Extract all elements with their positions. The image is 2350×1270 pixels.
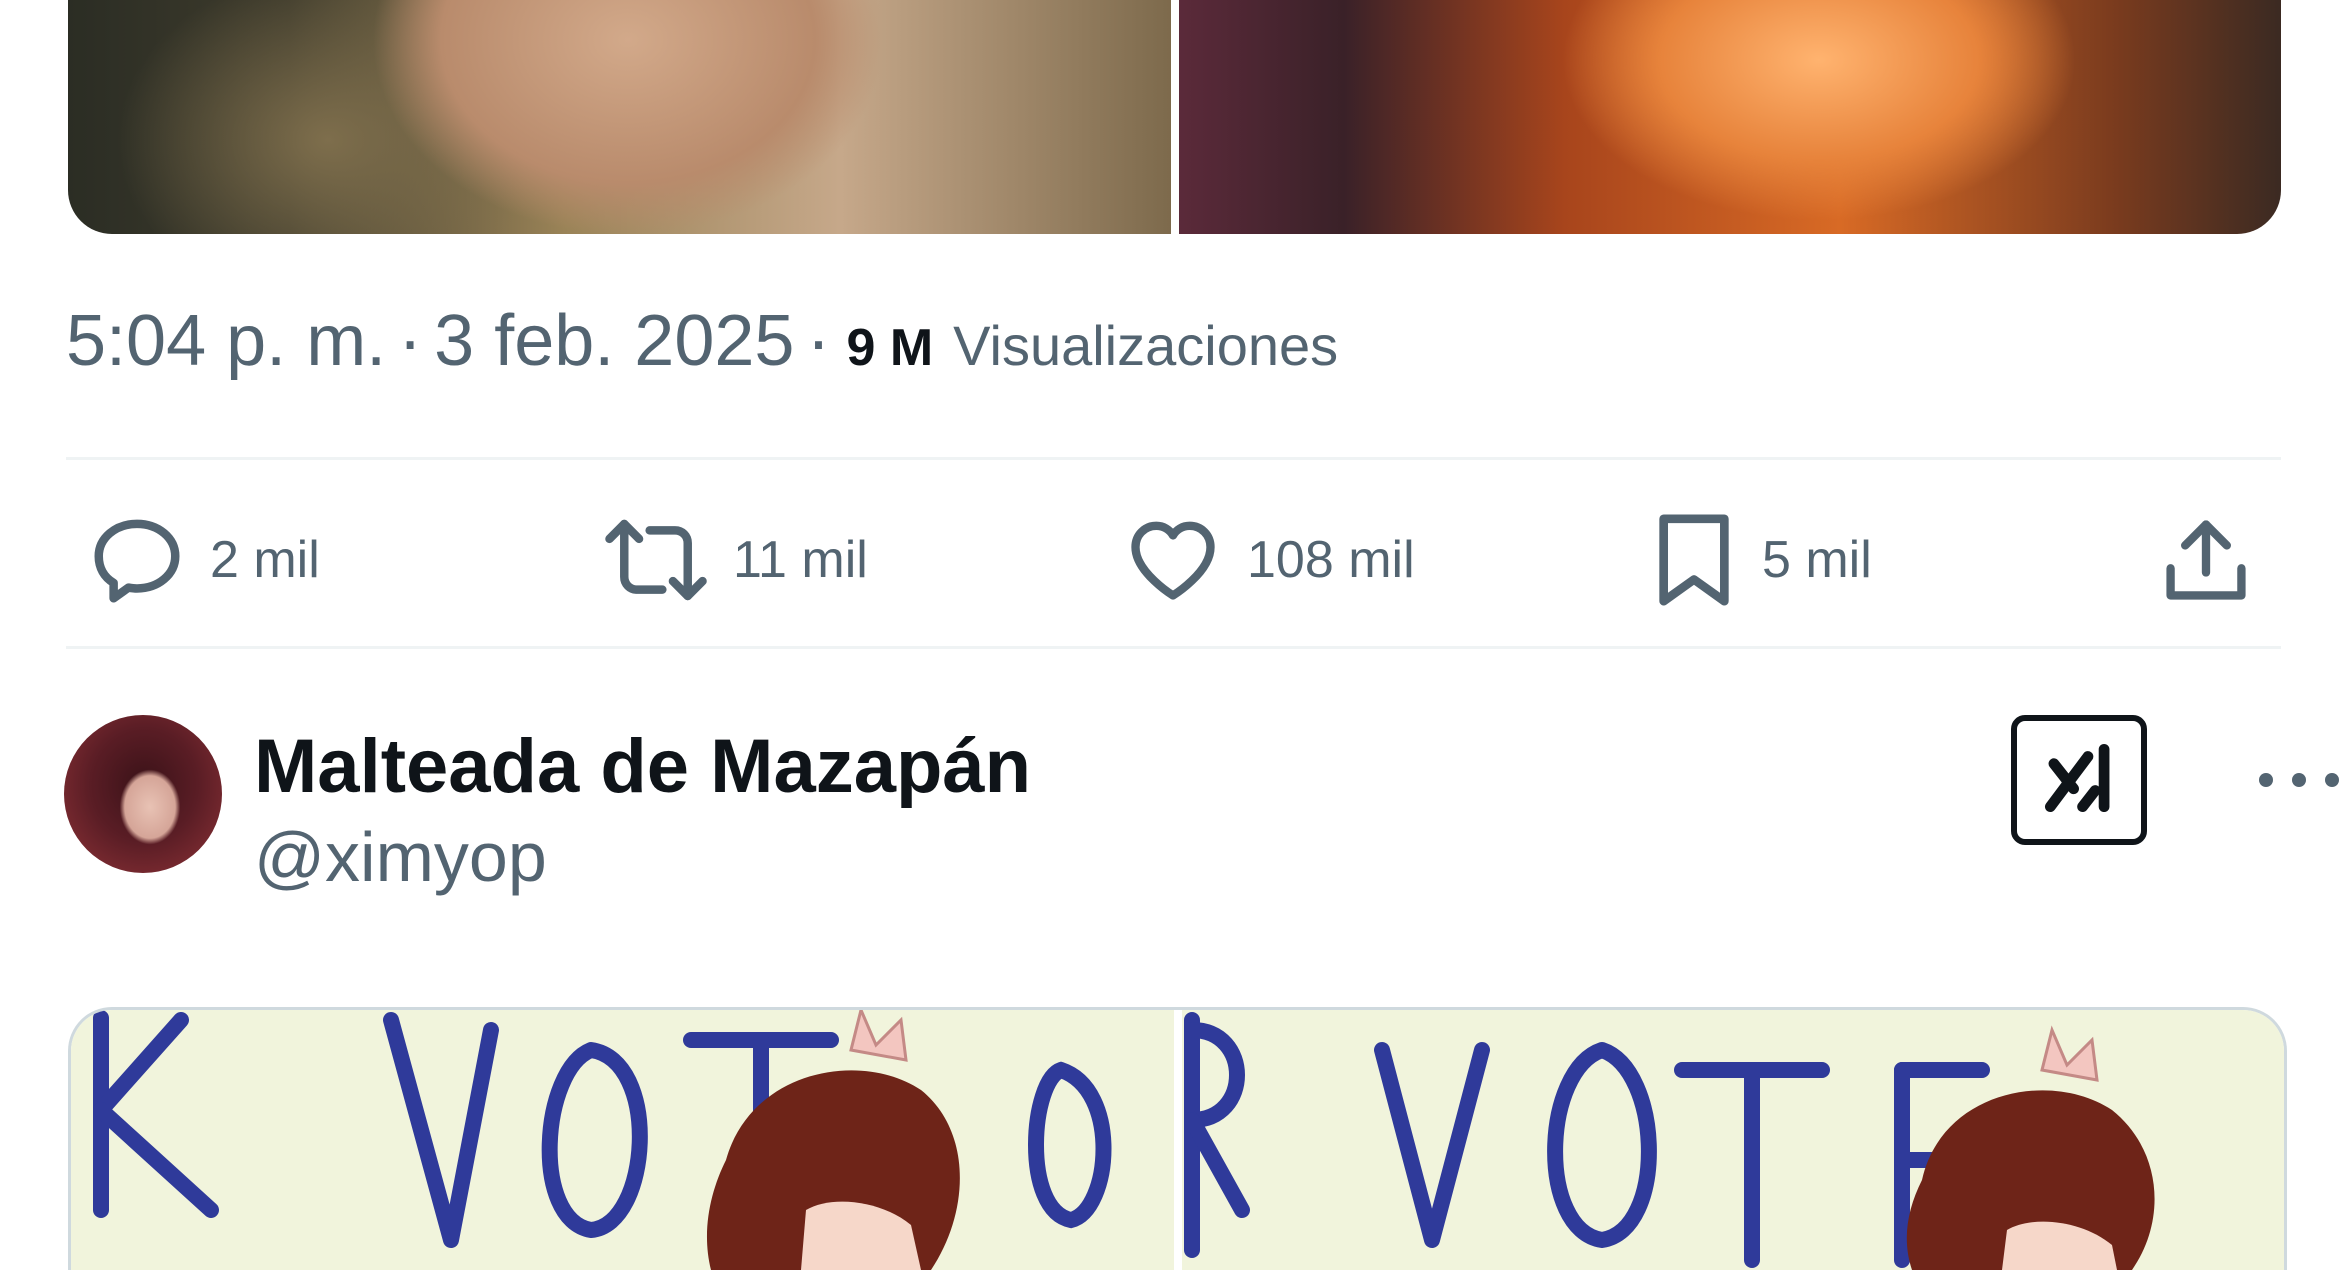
meta-separator: · [398,301,423,381]
share-icon [2156,510,2256,610]
tweet-date[interactable]: 3 feb. 2025 [434,300,794,382]
tweet-meta: 5:04 p. m. · 3 feb. 2025 · 9 M Visualiza… [66,300,1338,382]
views-label[interactable]: Visualizaciones [953,313,1338,378]
reply-author-header: Malteada de Mazapán @ximyop [64,715,2339,915]
display-name[interactable]: Malteada de Mazapán [254,723,1031,810]
grok-button[interactable] [2011,715,2147,845]
drawing-left-art [93,1010,1112,1270]
repost-count: 11 mil [733,531,868,589]
meta-separator: · [806,301,831,381]
tweet-photo-left[interactable] [68,0,1171,234]
repost-icon [601,509,711,611]
divider [66,457,2281,460]
heart-icon [1121,510,1225,610]
bookmark-button[interactable]: 5 mil [1648,490,1872,630]
reply-count: 2 mil [210,531,320,589]
drawing-right-art [1183,1012,2155,1270]
reply-drawing-left[interactable] [71,1010,1174,1270]
share-button[interactable] [2156,490,2256,630]
reply-media-grid [68,1007,2287,1270]
views-count: 9 M [846,319,934,377]
divider [66,646,2281,649]
tweet-photo-right[interactable] [1178,0,2281,234]
more-icon-dot [2325,773,2339,787]
bookmark-count: 5 mil [1762,531,1872,589]
repost-button[interactable]: 11 mil [601,490,868,630]
reply-button[interactable]: 2 mil [86,490,320,630]
reply-drawing-right[interactable] [1181,1010,2284,1270]
tweet-time[interactable]: 5:04 p. m. [66,300,386,382]
like-button[interactable]: 108 mil [1121,490,1415,630]
like-count: 108 mil [1247,531,1415,589]
avatar[interactable] [64,715,222,873]
tweet-media-grid [68,0,2281,234]
more-icon [2259,773,2273,787]
bookmark-icon [1648,508,1740,612]
reply-icon [86,509,188,611]
user-handle[interactable]: @ximyop [254,817,547,897]
tweet-action-bar: 2 mil 11 mil 108 mil 5 mil [66,490,2281,630]
grok-icon [2036,735,2122,826]
more-button[interactable] [2259,760,2339,800]
more-icon-dot [2292,773,2306,787]
